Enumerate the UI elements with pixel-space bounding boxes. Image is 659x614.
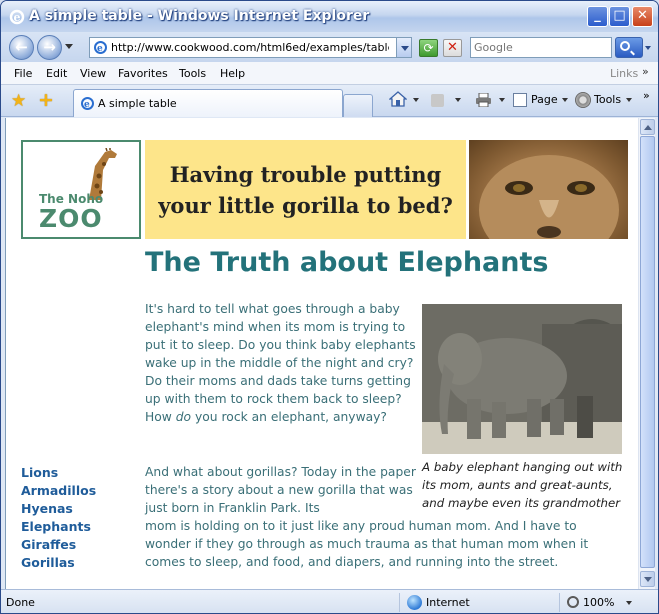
status-separator — [399, 593, 400, 612]
scroll-thumb[interactable] — [640, 136, 655, 568]
page-heading: The Truth about Elephants — [145, 247, 549, 278]
paragraph-gorillas-start: And what about gorillas? Today in the pa… — [145, 465, 416, 515]
stop-button[interactable]: ✕ — [443, 39, 462, 57]
scroll-down-button[interactable] — [640, 571, 655, 587]
links-overflow-chevron[interactable]: » — [642, 65, 649, 78]
print-dropdown[interactable] — [499, 98, 505, 102]
lion-face-image — [479, 155, 619, 239]
page-menu-dropdown[interactable] — [562, 98, 568, 102]
feeds-dropdown[interactable] — [455, 98, 461, 102]
close-button[interactable]: ✕ — [632, 6, 653, 27]
status-text: Done — [6, 596, 35, 609]
search-icon — [620, 41, 630, 51]
photo-caption: A baby elephant hanging out with its mom… — [422, 460, 623, 510]
paragraph-elephants-end: you rock an elephant, anyway? — [191, 410, 387, 424]
page-icon: e — [81, 97, 94, 110]
feeds-icon[interactable] — [431, 94, 444, 107]
address-bar[interactable]: e http://www.cookwood.com/html6ed/exampl… — [89, 37, 412, 58]
elephants-image — [422, 304, 622, 454]
title-bar: e A simple table - Windows Internet Expl… — [1, 1, 658, 32]
search-box[interactable] — [470, 37, 612, 58]
menu-bar: File Edit View Favorites Tools Help Link… — [1, 62, 658, 85]
security-zone[interactable]: Internet — [426, 596, 470, 609]
ie-logo-icon: e — [9, 9, 25, 25]
paragraph-emphasis: do — [175, 410, 192, 424]
zoom-icon — [567, 596, 579, 608]
refresh-button[interactable]: ⟳ — [419, 39, 438, 57]
page-menu-icon — [513, 93, 527, 107]
command-overflow-chevron[interactable]: » — [643, 89, 650, 102]
logo-text-zoo: ZOO — [39, 204, 103, 233]
tools-menu[interactable]: Tools — [594, 93, 621, 106]
window-title: A simple table - Windows Internet Explor… — [29, 8, 370, 24]
svg-text:e: e — [84, 100, 90, 110]
ad-banner[interactable]: Having trouble putting your little goril… — [145, 140, 466, 239]
svg-text:e: e — [97, 44, 103, 54]
nav-link-elephants[interactable]: Elephants — [21, 518, 96, 536]
menu-tools[interactable]: Tools — [179, 67, 206, 80]
lion-photo — [469, 140, 628, 239]
add-to-favorites-icon[interactable]: + — [38, 89, 54, 111]
page-viewport: The Noho ZOO Having trouble putting your… — [5, 118, 638, 589]
back-button[interactable]: ← — [9, 35, 34, 60]
forward-button[interactable]: → — [37, 35, 62, 60]
menu-view[interactable]: View — [80, 67, 106, 80]
links-toolbar[interactable]: Links — [610, 67, 638, 80]
tab-a-simple-table[interactable]: e A simple table — [73, 89, 343, 117]
nav-link-hyenas[interactable]: Hyenas — [21, 500, 96, 518]
minimize-button[interactable]: _ — [587, 6, 608, 27]
menu-file[interactable]: File — [14, 67, 32, 80]
tab-bar: ★ + e A simple table Page Tools » — [1, 85, 658, 117]
print-icon[interactable] — [475, 93, 492, 107]
navigation-bar: ← → e http://www.cookwood.com/html6ed/ex… — [1, 32, 658, 62]
menu-edit[interactable]: Edit — [46, 67, 67, 80]
zoom-dropdown[interactable] — [626, 601, 632, 605]
svg-text:e: e — [14, 11, 21, 24]
recent-pages-dropdown[interactable] — [65, 44, 73, 49]
search-input[interactable] — [474, 39, 610, 56]
banner-line-1: Having trouble putting — [169, 162, 442, 187]
zoom-level[interactable]: 100% — [583, 596, 614, 609]
scroll-up-button[interactable] — [640, 119, 655, 135]
search-options-dropdown[interactable] — [645, 46, 651, 50]
internet-zone-icon — [407, 595, 422, 610]
nav-link-gorillas[interactable]: Gorillas — [21, 554, 96, 572]
maximize-button[interactable]: □ — [609, 6, 630, 27]
search-button[interactable] — [615, 37, 643, 58]
page-icon: e — [94, 41, 107, 54]
elephant-photo — [422, 304, 622, 454]
new-tab-button[interactable] — [343, 94, 373, 117]
paragraph-elephants-text: It's hard to tell what goes through a ba… — [145, 302, 416, 424]
banner-line-2: your little gorilla to bed? — [158, 193, 453, 218]
zoo-logo[interactable]: The Noho ZOO — [21, 140, 141, 239]
nav-link-armadillos[interactable]: Armadillos — [21, 482, 96, 500]
home-icon[interactable] — [389, 91, 407, 107]
menu-favorites[interactable]: Favorites — [118, 67, 168, 80]
paragraph-gorillas-continued: mom is holding on to it just like any pr… — [145, 519, 589, 569]
address-url[interactable]: http://www.cookwood.com/html6ed/examples… — [111, 41, 389, 54]
nav-link-lions[interactable]: Lions — [21, 464, 96, 482]
tab-label: A simple table — [98, 97, 177, 110]
status-bar: Done Internet 100% — [1, 589, 658, 613]
status-separator — [559, 593, 560, 612]
nav-link-giraffes[interactable]: Giraffes — [21, 536, 96, 554]
menu-help[interactable]: Help — [220, 67, 245, 80]
paragraph-elephants: It's hard to tell what goes through a ba… — [145, 300, 417, 426]
home-dropdown[interactable] — [413, 98, 419, 102]
animal-nav: Lions Armadillos Hyenas Elephants Giraff… — [21, 464, 96, 572]
tools-menu-dropdown[interactable] — [626, 98, 632, 102]
vertical-scrollbar[interactable] — [638, 118, 655, 589]
page-menu[interactable]: Page — [531, 93, 558, 106]
address-dropdown-button[interactable] — [396, 38, 411, 57]
gear-icon — [575, 92, 591, 108]
browser-window: e A simple table - Windows Internet Expl… — [0, 0, 659, 614]
favorites-center-icon[interactable]: ★ — [11, 91, 26, 111]
